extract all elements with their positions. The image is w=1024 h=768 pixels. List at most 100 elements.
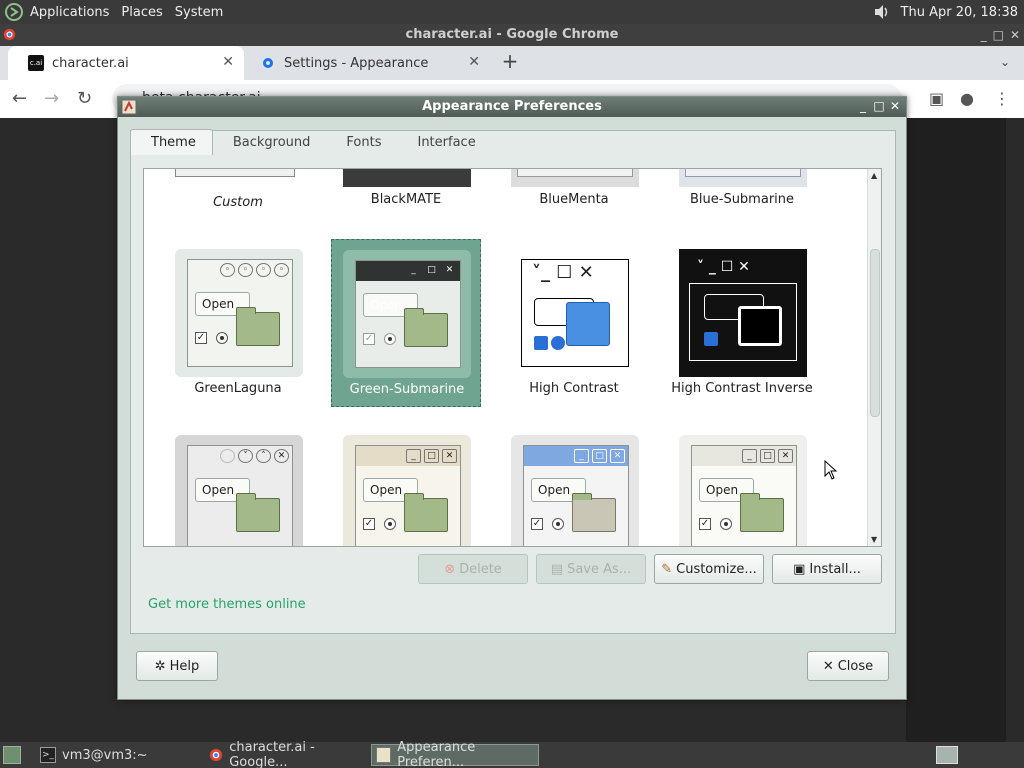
bottom-panel: >_ vm3@vm3:~ character.ai - Google... Ap… bbox=[0, 740, 1024, 768]
theme-item[interactable]: BlueMenta bbox=[499, 169, 649, 213]
theme-list-scrollbar[interactable]: ▲ ▼ bbox=[867, 169, 881, 546]
workspace-switcher[interactable] bbox=[936, 746, 958, 764]
folder-icon bbox=[572, 493, 616, 532]
folder-icon bbox=[236, 493, 280, 532]
minimize-icon[interactable]: _ bbox=[856, 98, 870, 114]
theme-label: BlueMenta bbox=[539, 192, 609, 207]
folder-icon bbox=[404, 308, 448, 347]
places-menu[interactable]: Places bbox=[121, 5, 162, 20]
save-as-button[interactable]: ▤ Save As... bbox=[536, 554, 646, 584]
tab-character-ai[interactable]: c.ai character.ai ✕ bbox=[8, 46, 244, 80]
clock[interactable]: Thu Apr 20, 18:38 bbox=[901, 5, 1018, 20]
appearance-dialog: Appearance Preferences _ □ ✕ Theme Backg… bbox=[117, 96, 907, 700]
chrome-icon bbox=[3, 28, 16, 41]
tab-title: character.ai bbox=[52, 55, 129, 71]
forward-icon[interactable]: → bbox=[44, 88, 59, 109]
close-icon: ✕ bbox=[822, 658, 834, 674]
save-icon: ▤ bbox=[550, 561, 564, 577]
theme-item[interactable]: _ □ ✕ Open ✓ bbox=[331, 425, 481, 546]
theme-item[interactable]: _ □ ✕ Open ✓ bbox=[667, 425, 817, 546]
close-tab-icon[interactable]: ✕ bbox=[222, 54, 234, 70]
tab-search-icon[interactable]: ⌄ bbox=[1000, 55, 1010, 69]
tab-fonts[interactable]: Fonts bbox=[326, 129, 397, 155]
theme-label: Green-Submarine bbox=[349, 382, 465, 397]
tab-background[interactable]: Background bbox=[213, 129, 327, 155]
theme-preview: _ □ ✕ Open ✓ bbox=[679, 435, 807, 546]
folder-icon bbox=[740, 493, 784, 532]
theme-item-green-submarine[interactable]: _ □ ✕ Open ✓ Green-Submarine bbox=[331, 239, 481, 407]
theme-preview: _ □ ✕ Open ✓ bbox=[511, 435, 639, 546]
theme-item[interactable]: Blue-Submarine bbox=[667, 169, 817, 213]
theme-item[interactable]: ˅ ˄ ✕ Open bbox=[163, 425, 313, 546]
gear-icon bbox=[260, 55, 276, 71]
profile-icon[interactable]: ● bbox=[960, 89, 974, 108]
theme-item[interactable]: _ □ ✕ Open ✓ bbox=[499, 425, 649, 546]
mate-logo-icon[interactable] bbox=[3, 1, 25, 23]
applications-menu[interactable]: Applications bbox=[30, 5, 109, 20]
back-icon[interactable]: ← bbox=[12, 88, 27, 109]
reload-icon[interactable]: ↻ bbox=[77, 88, 92, 109]
tab-interface[interactable]: Interface bbox=[397, 129, 491, 155]
theme-label: High Contrast bbox=[529, 381, 619, 396]
scrollbar-thumb[interactable] bbox=[870, 249, 880, 417]
theme-item-high-contrast[interactable]: ˅_ ☐ ✕ High Contrast bbox=[499, 239, 649, 407]
theme-preview: ˅ _ ☐ ✕ bbox=[679, 249, 807, 377]
terminal-icon: >_ bbox=[40, 747, 56, 763]
taskbar-label: character.ai - Google... bbox=[229, 740, 315, 768]
folder-icon bbox=[404, 493, 448, 532]
menu-icon[interactable]: ⋮ bbox=[994, 89, 1010, 108]
close-icon[interactable]: ✕ bbox=[1010, 24, 1020, 46]
delete-icon: ⊗ bbox=[444, 561, 456, 577]
help-button[interactable]: ✲ Help bbox=[136, 651, 218, 681]
chrome-titlebar[interactable]: character.ai - Google Chrome _ □ ✕ bbox=[0, 24, 1024, 46]
theme-label: High Contrast Inverse bbox=[671, 381, 813, 396]
delete-button[interactable]: ⊗ Delete bbox=[418, 554, 528, 584]
theme-label: GreenLaguna bbox=[194, 381, 282, 396]
get-more-themes-link[interactable]: Get more themes online bbox=[148, 597, 306, 612]
tab-settings-appearance[interactable]: Settings - Appearance ✕ bbox=[244, 46, 490, 80]
theme-preview: _ □ ✕ Open ✓ bbox=[343, 435, 471, 546]
theme-list[interactable]: Custom BlackMATE BlueMenta Blue-Submarin… bbox=[143, 168, 882, 547]
system-menu[interactable]: System bbox=[175, 5, 223, 20]
taskbar-item-terminal[interactable]: >_ vm3@vm3:~ bbox=[36, 744, 200, 766]
theme-preview: ◦ ◦ ◦ ◦ Open ✓ bbox=[175, 249, 303, 377]
theme-preview: _ □ ✕ Open ✓ bbox=[343, 250, 471, 378]
scroll-down-icon[interactable]: ▼ bbox=[871, 535, 877, 544]
theme-preview: ˅ ˄ ✕ Open bbox=[175, 435, 303, 546]
save-as-label: Save As... bbox=[567, 561, 632, 577]
minimize-icon[interactable]: _ bbox=[981, 24, 987, 46]
chrome-window-title: character.ai - Google Chrome bbox=[405, 27, 619, 42]
maximize-icon[interactable]: □ bbox=[993, 24, 1004, 46]
cai-favicon-icon: c.ai bbox=[28, 55, 44, 71]
delete-label: Delete bbox=[459, 561, 502, 577]
install-label: Install... bbox=[809, 561, 861, 577]
sidepanel-icon[interactable]: ▣ bbox=[929, 89, 944, 108]
taskbar-item-chrome[interactable]: character.ai - Google... bbox=[204, 740, 370, 768]
dialog-tabs: Theme Background Fonts Interface bbox=[130, 129, 492, 155]
install-button[interactable]: ▣ Install... bbox=[772, 554, 882, 584]
theme-item[interactable]: BlackMATE bbox=[331, 169, 481, 213]
dialog-title: Appearance Preferences bbox=[422, 99, 602, 114]
close-icon[interactable]: ✕ bbox=[888, 98, 902, 114]
volume-icon[interactable] bbox=[869, 1, 895, 23]
close-label: Close bbox=[837, 658, 874, 674]
help-label: Help bbox=[169, 658, 200, 674]
close-tab-icon[interactable]: ✕ bbox=[468, 54, 480, 70]
scroll-up-icon[interactable]: ▲ bbox=[871, 171, 877, 180]
install-icon: ▣ bbox=[793, 561, 806, 577]
theme-item[interactable]: Custom bbox=[163, 169, 313, 213]
theme-item-high-contrast-inverse[interactable]: ˅ _ ☐ ✕ High Contrast Inverse bbox=[667, 239, 817, 407]
new-tab-button[interactable]: + bbox=[498, 50, 522, 74]
theme-label: Custom bbox=[213, 195, 263, 210]
maximize-icon[interactable]: □ bbox=[872, 98, 886, 114]
tab-title: Settings - Appearance bbox=[284, 55, 429, 71]
customize-button[interactable]: ✎ Customize... bbox=[654, 554, 764, 584]
show-desktop-icon[interactable] bbox=[3, 746, 21, 764]
close-button[interactable]: ✕ Close bbox=[807, 651, 889, 681]
taskbar-item-appearance[interactable]: Appearance Preferen... bbox=[371, 740, 539, 768]
tab-theme[interactable]: Theme bbox=[130, 129, 213, 155]
dialog-titlebar[interactable]: Appearance Preferences _ □ ✕ bbox=[118, 97, 906, 117]
mouse-cursor-icon bbox=[824, 460, 838, 480]
theme-item-greenlaguna[interactable]: ◦ ◦ ◦ ◦ Open ✓ GreenLaguna bbox=[163, 239, 313, 407]
top-panel: Applications Places System Thu Apr 20, 1… bbox=[0, 0, 1024, 24]
